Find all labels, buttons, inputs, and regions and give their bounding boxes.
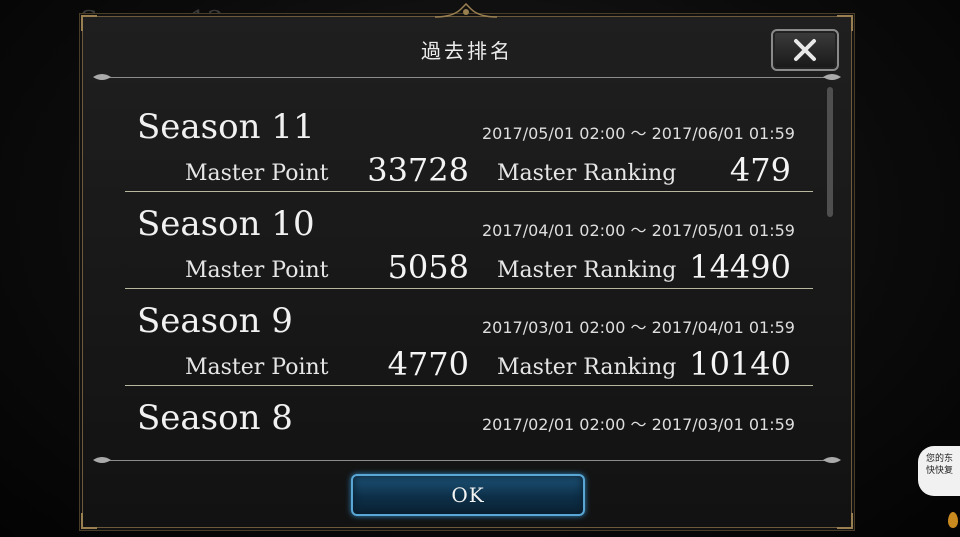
master-point-value: 4770 bbox=[387, 345, 469, 383]
season-row: Season 11 2017/05/01 02:00 〜 2017/06/01 … bbox=[125, 95, 813, 192]
season-name: Season 11 bbox=[137, 107, 315, 147]
master-point-label: Master Point bbox=[185, 161, 329, 186]
dialog-title: 過去排名 bbox=[421, 39, 513, 63]
list-scrollbar[interactable] bbox=[827, 87, 833, 217]
master-point-label: Master Point bbox=[185, 355, 329, 380]
master-ranking-label: Master Ranking bbox=[497, 355, 677, 380]
divider-ornament-icon bbox=[93, 457, 111, 463]
season-ranking-list[interactable]: Season 11 2017/05/01 02:00 〜 2017/06/01 … bbox=[125, 95, 813, 455]
master-ranking-value: 479 bbox=[729, 151, 791, 189]
season-period: 2017/04/01 02:00 〜 2017/05/01 01:59 bbox=[481, 221, 795, 240]
top-ornament-icon bbox=[434, 3, 498, 18]
ok-button[interactable]: OK bbox=[351, 474, 585, 516]
master-point-label: Master Point bbox=[185, 258, 329, 283]
divider bbox=[93, 74, 841, 80]
season-row: Season 10 2017/04/01 02:00 〜 2017/05/01 … bbox=[125, 192, 813, 289]
helper-text-line: 快快复 bbox=[926, 466, 954, 476]
season-period: 2017/03/01 02:00 〜 2017/04/01 01:59 bbox=[481, 318, 795, 337]
divider bbox=[93, 457, 841, 463]
close-x-icon bbox=[794, 39, 816, 61]
season-name: Season 10 bbox=[137, 204, 315, 244]
close-button[interactable] bbox=[771, 29, 839, 71]
divider-ornament-icon bbox=[93, 74, 111, 80]
frame-corner bbox=[81, 15, 97, 31]
frame-corner bbox=[81, 513, 97, 529]
helper-drop-icon bbox=[948, 512, 958, 528]
master-ranking-value: 10140 bbox=[689, 345, 791, 383]
master-point-value: 33728 bbox=[367, 151, 469, 189]
frame-corner bbox=[837, 15, 853, 31]
floating-helper-bubble[interactable]: 您的东 快快复 bbox=[918, 446, 960, 496]
divider-ornament-icon bbox=[823, 457, 841, 463]
helper-text-line: 您的东 bbox=[926, 454, 954, 464]
master-ranking-label: Master Ranking bbox=[497, 258, 677, 283]
season-name: Season 8 bbox=[137, 398, 293, 438]
season-name: Season 9 bbox=[137, 301, 293, 341]
season-row: Season 8 2017/02/01 02:00 〜 2017/03/01 0… bbox=[125, 386, 813, 455]
past-ranking-dialog: 過去排名 Season 11 2017/05/01 02:00 〜 2017/0… bbox=[81, 3, 853, 529]
season-period: 2017/02/01 02:00 〜 2017/03/01 01:59 bbox=[481, 415, 795, 434]
season-period: 2017/05/01 02:00 〜 2017/06/01 01:59 bbox=[481, 124, 795, 143]
master-point-value: 5058 bbox=[387, 248, 469, 286]
divider-ornament-icon bbox=[823, 74, 841, 80]
season-row: Season 9 2017/03/01 02:00 〜 2017/04/01 0… bbox=[125, 289, 813, 386]
frame-corner bbox=[837, 513, 853, 529]
master-ranking-label: Master Ranking bbox=[497, 161, 677, 186]
master-ranking-value: 14490 bbox=[689, 248, 791, 286]
